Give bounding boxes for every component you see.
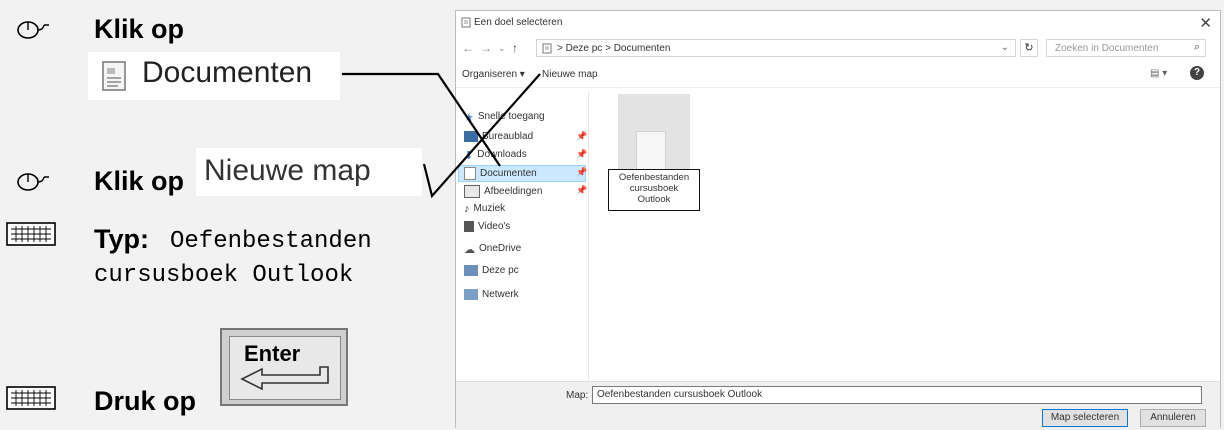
folder-name-field[interactable]: Oefenbestanden cursusboek Outlook <box>592 386 1202 404</box>
nav-item-label: OneDrive <box>479 243 522 255</box>
folder-label: Map: <box>566 390 589 401</box>
document-icon <box>461 17 471 28</box>
keyboard-icon <box>6 222 56 246</box>
back-icon[interactable]: ← <box>462 41 474 55</box>
nav-item-downloads[interactable]: ⬇ Downloads 📌 <box>464 149 587 165</box>
search-placeholder: Zoeken in Documenten <box>1055 43 1159 54</box>
folder-name-value: Oefenbestanden cursusboek Outlook <box>597 389 763 400</box>
enter-key-label: Enter <box>244 341 301 366</box>
mouse-icon <box>17 21 49 39</box>
mouse-icon <box>17 173 49 191</box>
help-icon[interactable]: ? <box>1190 66 1204 80</box>
nav-item-videos[interactable]: Video's <box>464 221 510 237</box>
pin-icon[interactable]: 📌 <box>576 131 587 142</box>
nav-item-label: Snelle toegang <box>477 111 545 123</box>
address-bar[interactable]: > Deze pc > Documenten ⌄ <box>536 39 1016 57</box>
pin-icon[interactable]: 📌 <box>576 149 587 160</box>
video-icon <box>464 221 474 232</box>
rename-line: cursusboek <box>629 183 679 194</box>
image-icon <box>464 185 480 198</box>
step3-text-line2: cursusboek Outlook <box>94 262 354 289</box>
rename-line: Oefenbestanden <box>618 172 690 183</box>
keyboard-icon <box>6 386 56 410</box>
step3-action: Typ: <box>94 224 149 254</box>
up-icon[interactable]: ↑ <box>512 41 518 55</box>
nav-item-label: Documenten <box>480 168 537 180</box>
folder-rename-input[interactable]: Oefenbestanden cursusboek Outlook <box>608 169 700 211</box>
enter-key: Enter <box>220 328 348 406</box>
step3-text-line1: Oefenbestanden <box>170 228 372 255</box>
nav-item-label: Bureaublad <box>482 131 534 143</box>
nav-item-documenten[interactable]: Documenten 📌 <box>464 167 587 183</box>
nav-item-label: Muziek <box>473 203 506 215</box>
select-folder-dialog: Een doel selecteren ✕ ← → ⌄ ↑ > Deze pc … <box>455 10 1221 430</box>
nav-item-label: Netwerk <box>482 289 519 301</box>
document-icon <box>542 43 552 54</box>
document-icon <box>464 167 476 180</box>
nav-item-afbeeldingen[interactable]: Afbeeldingen 📌 <box>464 185 587 201</box>
cancel-button[interactable]: Annuleren <box>1140 409 1206 427</box>
nav-item-netwerk[interactable]: Netwerk <box>464 289 519 305</box>
nav-item-label: Video's <box>478 221 511 233</box>
nav-item-muziek[interactable]: ♪ Muziek <box>464 203 505 219</box>
view-options-button[interactable]: ▤ ▾ <box>1150 68 1167 79</box>
dialog-footer: Map: Oefenbestanden cursusboek Outlook M… <box>456 381 1220 430</box>
enter-arrow-icon <box>240 366 329 391</box>
nav-item-onedrive[interactable]: ☁ OneDrive <box>464 243 521 259</box>
step2-target: Nieuwe map <box>204 154 371 187</box>
refresh-icon[interactable]: ↻ <box>1020 39 1038 57</box>
music-icon: ♪ <box>464 203 470 215</box>
title-bar: Een doel selecteren ✕ <box>456 11 1220 35</box>
pin-icon[interactable]: 📌 <box>576 185 587 196</box>
search-box[interactable]: Zoeken in Documenten ⌕ <box>1046 39 1206 57</box>
forward-icon[interactable]: → <box>480 41 492 55</box>
chevron-down-icon[interactable]: ⌄ <box>1001 42 1009 53</box>
navigation-bar: ← → ⌄ ↑ > Deze pc > Documenten ⌄ ↻ Zoeke… <box>456 35 1220 61</box>
nav-item-snelle-toegang[interactable]: ★ Snelle toegang <box>464 111 545 127</box>
star-icon: ★ <box>464 112 474 124</box>
desktop-icon <box>464 131 478 142</box>
select-folder-button[interactable]: Map selecteren <box>1042 409 1128 427</box>
command-toolbar: Organiseren ▾ Nieuwe map ▤ ▾ ? <box>456 63 1220 88</box>
cloud-icon: ☁ <box>464 244 475 256</box>
chevron-down-icon[interactable]: ⌄ <box>498 43 506 54</box>
navigation-pane: ★ Snelle toegang Bureaublad 📌 ⬇ Downloads … <box>456 91 589 381</box>
close-icon[interactable]: ✕ <box>1199 14 1212 32</box>
step2-action: Klik op <box>94 166 185 196</box>
nav-item-label: Afbeeldingen <box>484 186 543 198</box>
download-icon: ⬇ <box>464 150 474 162</box>
documenten-chip: Documenten <box>88 52 340 100</box>
nieuwe-map-chip: Nieuwe map <box>196 148 422 196</box>
nav-item-deze-pc[interactable]: Deze pc <box>464 265 519 281</box>
rename-line: Outlook <box>637 194 671 205</box>
document-icon <box>102 61 126 91</box>
computer-icon <box>464 265 478 276</box>
new-folder-button[interactable]: Nieuwe map <box>542 69 598 80</box>
pin-icon[interactable]: 📌 <box>576 167 587 178</box>
search-icon: ⌕ <box>1193 41 1200 53</box>
step1-target: Documenten <box>142 56 313 89</box>
dialog-title: Een doel selecteren <box>474 17 563 28</box>
step1-action: Klik op <box>94 14 185 44</box>
nav-item-label: Downloads <box>477 149 527 161</box>
network-icon <box>464 289 478 300</box>
nav-item-label: Deze pc <box>482 265 519 277</box>
step4-action: Druk op <box>94 386 197 416</box>
organize-button[interactable]: Organiseren ▾ <box>462 69 525 80</box>
address-path: > Deze pc > Documenten <box>557 43 671 54</box>
nav-item-bureaublad[interactable]: Bureaublad 📌 <box>464 131 587 147</box>
